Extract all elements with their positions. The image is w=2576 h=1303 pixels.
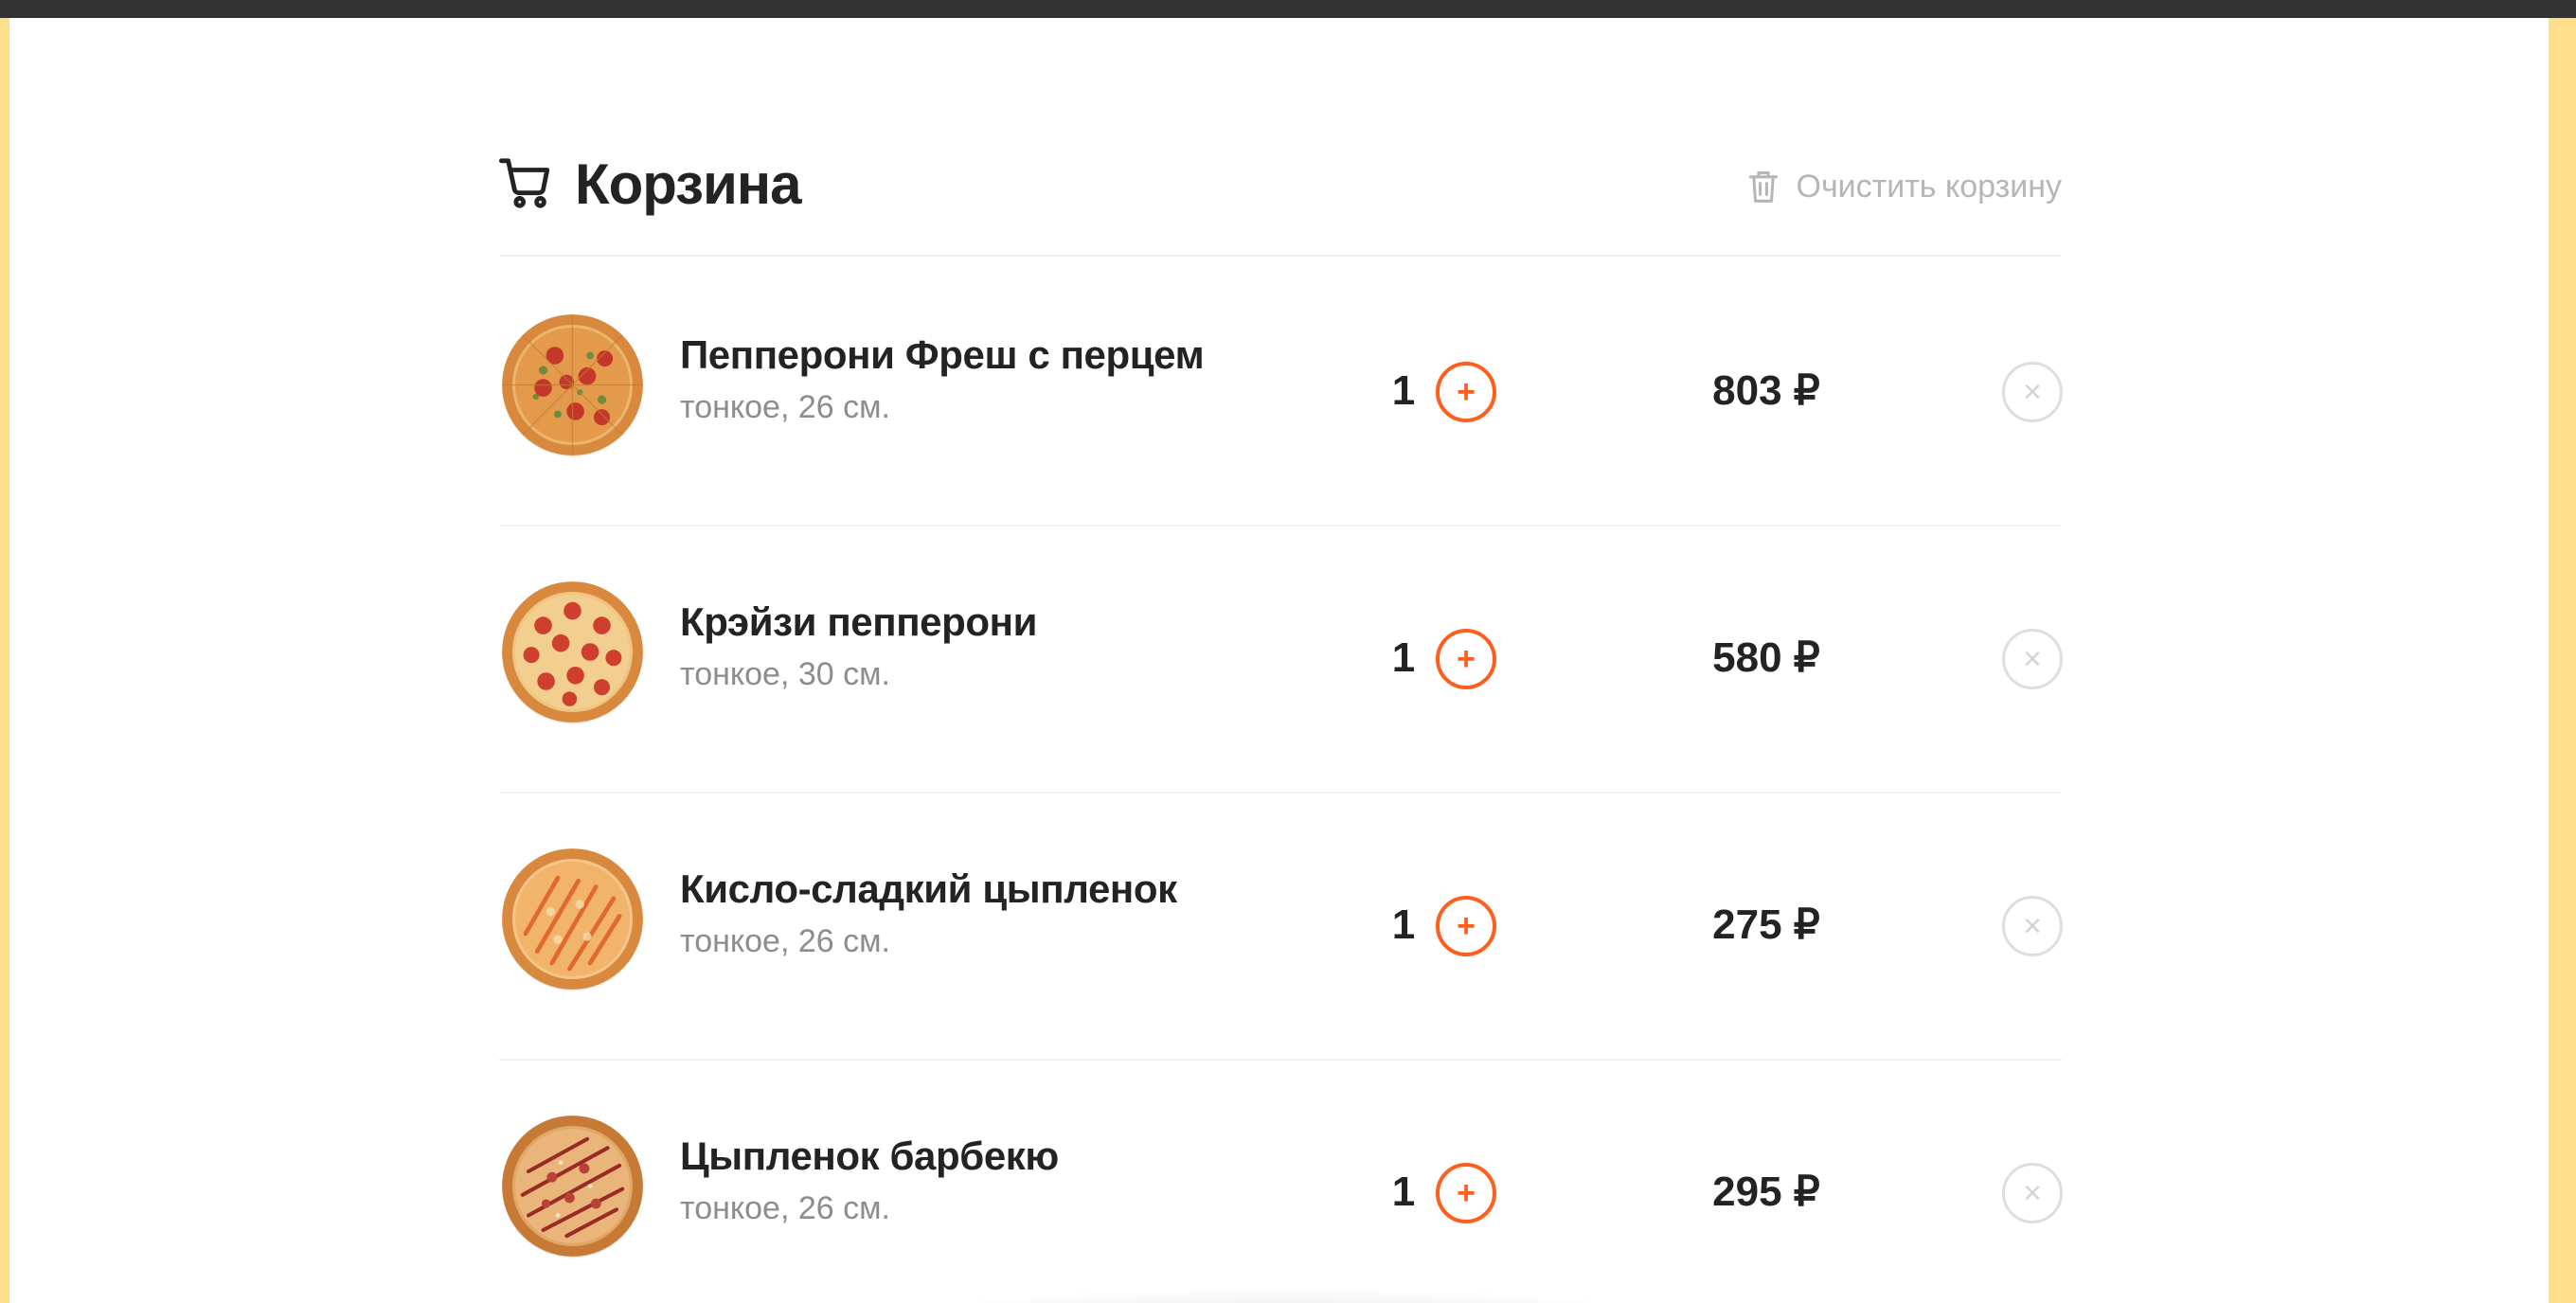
item-quantity: 1	[1391, 1169, 1416, 1215]
remove-item-button[interactable]: ×	[2002, 1163, 2063, 1223]
item-name: Кисло-сладкий цыпленок	[680, 866, 1177, 911]
plus-icon: +	[1457, 908, 1476, 944]
close-icon: ×	[2023, 1175, 2042, 1211]
top-bar	[0, 0, 2576, 18]
item-price: 275 ₽	[1712, 901, 1820, 948]
close-icon: ×	[2023, 374, 2042, 410]
item-quantity: 1	[1391, 367, 1416, 414]
item-price: 803 ₽	[1712, 367, 1820, 414]
item-name: Крэйзи пепперони	[680, 599, 1038, 644]
remove-item-button[interactable]: ×	[2002, 896, 2063, 956]
increase-quantity-button[interactable]: +	[1436, 362, 1496, 422]
cart-header: Корзина Очистить корзину	[499, 124, 2062, 257]
increase-quantity-button[interactable]: +	[1436, 896, 1496, 956]
increase-quantity-button[interactable]: +	[1436, 629, 1496, 689]
cart-icon	[499, 158, 550, 208]
item-description: тонкое, 26 см.	[680, 923, 890, 959]
item-name: Цыпленок барбекю	[680, 1133, 1059, 1178]
item-info: Крэйзи пепперони тонкое, 30 см.	[680, 599, 1037, 693]
cart-container: Корзина Очистить корзину Пепперони Фреш …	[499, 18, 2063, 1303]
remove-item-button[interactable]: ×	[2002, 629, 2063, 689]
close-icon: ×	[2023, 908, 2042, 944]
page-title: Корзина	[575, 152, 801, 216]
trash-icon	[1748, 171, 1778, 203]
pizza-image	[502, 1116, 643, 1258]
item-quantity: 1	[1391, 901, 1416, 948]
increase-quantity-button[interactable]: +	[1436, 1163, 1496, 1223]
pizza-image	[502, 314, 643, 457]
cart-item: Пепперони Фреш с перцем тонкое, 26 см. 1…	[499, 259, 2063, 527]
plus-icon: +	[1457, 1175, 1476, 1211]
pizza-image	[502, 848, 643, 991]
item-price: 295 ₽	[1712, 1169, 1820, 1215]
plus-icon: +	[1457, 374, 1476, 410]
item-info: Пепперони Фреш с перцем тонкое, 26 см.	[680, 332, 1205, 426]
cart-page: Корзина Очистить корзину Пепперони Фреш …	[9, 18, 2549, 1303]
item-description: тонкое, 26 см.	[680, 1190, 890, 1226]
pizza-image	[502, 581, 643, 724]
item-price: 580 ₽	[1712, 634, 1820, 681]
item-quantity: 1	[1391, 634, 1416, 681]
item-info: Цыпленок барбекю тонкое, 26 см.	[680, 1133, 1059, 1227]
item-description: тонкое, 30 см.	[680, 656, 890, 692]
cart-item: Цыпленок барбекю тонкое, 26 см. 1 + 295 …	[499, 1060, 2063, 1303]
remove-item-button[interactable]: ×	[2002, 362, 2063, 422]
clear-cart-button[interactable]: Очистить корзину	[1747, 168, 2063, 205]
item-description: тонкое, 26 см.	[680, 389, 890, 425]
cart-item: Кисло-сладкий цыпленок тонкое, 26 см. 1 …	[499, 793, 2063, 1061]
close-icon: ×	[2023, 641, 2042, 677]
item-info: Кисло-сладкий цыпленок тонкое, 26 см.	[680, 866, 1177, 960]
cart-title: Корзина	[499, 151, 801, 217]
plus-icon: +	[1457, 641, 1476, 677]
item-name: Пепперони Фреш с перцем	[680, 332, 1205, 377]
cart-item: Крэйзи пепперони тонкое, 30 см. 1 + 580 …	[499, 526, 2063, 794]
clear-cart-label: Очистить корзину	[1796, 168, 2063, 205]
